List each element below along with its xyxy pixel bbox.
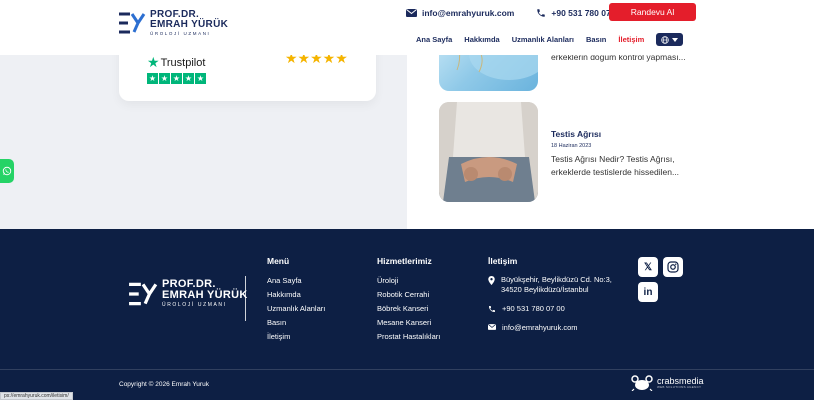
footer-menu-link[interactable]: Ana Sayfa: [267, 274, 325, 288]
trustpilot-star-box-icon: ★: [195, 73, 206, 84]
whatsapp-button[interactable]: [0, 159, 14, 183]
trustpilot-rating-boxes: ★ ★ ★ ★ ★: [147, 73, 207, 84]
footer-service-link[interactable]: Robotik Cerrahi: [377, 288, 440, 302]
blog-title-2[interactable]: Testis Ağrısı: [551, 129, 601, 139]
trustpilot-star-icon: ★: [147, 54, 160, 70]
language-selector[interactable]: [656, 33, 684, 46]
agency-credit[interactable]: crabsmedia WEB SOLUTIONS AGENCY: [631, 375, 704, 391]
footer-phone-text: +90 531 780 07 00: [502, 304, 565, 313]
mail-icon: [488, 324, 496, 330]
footer-address-line1: Büyükşehir, Beylikdüzü Cd. No:3,: [501, 275, 612, 284]
linkedin-icon: in: [643, 286, 653, 298]
footer-address: Büyükşehir, Beylikdüzü Cd. No:3, 34520 B…: [488, 275, 612, 295]
chevron-down-icon: [672, 37, 679, 42]
footer-service-link[interactable]: Prostat Hastalıkları: [377, 330, 440, 344]
footer-contact-column: İletişim Büyükşehir, Beylikdüzü Cd. No:3…: [488, 256, 612, 333]
footer-services-title: Hizmetlerimiz: [377, 256, 432, 266]
footer-menu-link[interactable]: Hakkımda: [267, 288, 325, 302]
footer-service-link[interactable]: Böbrek Kanseri: [377, 302, 440, 316]
footer-menu-link[interactable]: Uzmanlık Alanları: [267, 302, 325, 316]
footer-services-column: Hizmetlerimiz Üroloji Robotik Cerrahi Bö…: [377, 256, 440, 344]
agency-tagline: WEB SOLUTIONS AGENCY: [657, 385, 702, 389]
footer-menu-link[interactable]: İletişim: [267, 330, 325, 344]
copyright-text: Copyright © 2026 Emrah Yuruk: [119, 381, 209, 388]
footer-logo-mark-icon: [129, 282, 158, 305]
footer-logo-subtitle: ÜROLOJİ UZMANI: [162, 302, 227, 308]
header-email-link[interactable]: info@emrahyuruk.com: [406, 8, 514, 18]
appointment-button[interactable]: Randevu Al: [609, 3, 696, 21]
footer-menu-link[interactable]: Basın: [267, 316, 325, 330]
site-footer: PROF.DR. EMRAH YÜRÜK ÜROLOJİ UZMANI Menü…: [0, 229, 814, 400]
footer-contact-title: İletişim: [488, 256, 518, 266]
footer-separator: [0, 369, 814, 370]
nav-item-home[interactable]: Ana Sayfa: [416, 35, 452, 44]
footer-logo-line2: EMRAH YÜRÜK: [162, 289, 248, 301]
instagram-link[interactable]: [663, 257, 683, 277]
footer-menu-column: Menü Ana Sayfa Hakkımda Uzmanlık Alanlar…: [267, 256, 325, 344]
linkedin-link[interactable]: in: [638, 282, 658, 302]
footer-divider: [245, 276, 246, 321]
site-logo[interactable]: PROF.DR. EMRAH YÜRÜK ÜROLOJİ UZMANI: [118, 10, 228, 37]
mail-icon: [406, 9, 417, 17]
x-icon: 𝕏: [643, 261, 653, 273]
nav-item-about[interactable]: Hakkımda: [464, 35, 499, 44]
footer-email-text: info@emrahyuruk.com: [502, 323, 578, 332]
location-pin-icon: [488, 276, 495, 285]
whatsapp-icon: [2, 166, 12, 176]
phone-icon: [489, 306, 495, 312]
footer-address-line2: 34520 Beylikdüzü/İstanbul: [501, 285, 589, 294]
trustpilot-star-box-icon: ★: [147, 73, 158, 84]
nav-item-specialties[interactable]: Uzmanlık Alanları: [512, 35, 574, 44]
browser-status-url: ps://emrahyuruk.com/iletisim/: [0, 392, 73, 400]
trustpilot-star-box-icon: ★: [159, 73, 170, 84]
site-header: PROF.DR. EMRAH YÜRÜK ÜROLOJİ UZMANI info…: [0, 0, 814, 55]
nav-item-contact[interactable]: İletişim: [618, 35, 644, 44]
blog-thumbnail-2[interactable]: [439, 102, 538, 202]
blog-date-2: 18 Haziran 2023: [551, 143, 592, 149]
trustpilot-star-box-icon: ★: [171, 73, 182, 84]
trustpilot-star-box-icon: ★: [183, 73, 194, 84]
footer-service-link[interactable]: Mesane Kanseri: [377, 316, 440, 330]
footer-logo[interactable]: PROF.DR. EMRAH YÜRÜK ÜROLOJİ UZMANI: [128, 279, 248, 308]
logo-mark-icon: [119, 12, 146, 34]
footer-email-link[interactable]: info@emrahyuruk.com: [488, 323, 612, 333]
trustpilot-logo: ★ Trustpilot: [147, 54, 207, 71]
crab-logo-icon: [631, 375, 653, 391]
trustpilot-badge[interactable]: ★ Trustpilot ★ ★ ★ ★ ★: [147, 54, 207, 84]
nav-item-press[interactable]: Basın: [586, 35, 606, 44]
trustpilot-brand: Trustpilot: [160, 56, 206, 69]
footer-service-link[interactable]: Üroloji: [377, 274, 440, 288]
x-twitter-link[interactable]: 𝕏: [638, 257, 658, 277]
main-nav: Ana Sayfa Hakkımda Uzmanlık Alanları Bas…: [416, 33, 684, 46]
blog-excerpt-2: Testis Ağrısı Nedir? Testis Ağrısı, erke…: [551, 154, 680, 177]
phone-icon: [537, 9, 546, 17]
globe-icon: [661, 35, 669, 44]
footer-phone-link[interactable]: +90 531 780 07 00: [488, 304, 612, 314]
logo-subtitle: ÜROLOJİ UZMANI: [150, 31, 211, 36]
instagram-icon: [667, 261, 679, 273]
header-email-text: info@emrahyuruk.com: [422, 8, 515, 18]
footer-menu-title: Menü: [267, 256, 290, 266]
logo-title-line2: EMRAH YÜRÜK: [150, 19, 229, 30]
social-links: 𝕏 in: [638, 257, 683, 302]
blog-image-2: [439, 102, 538, 202]
